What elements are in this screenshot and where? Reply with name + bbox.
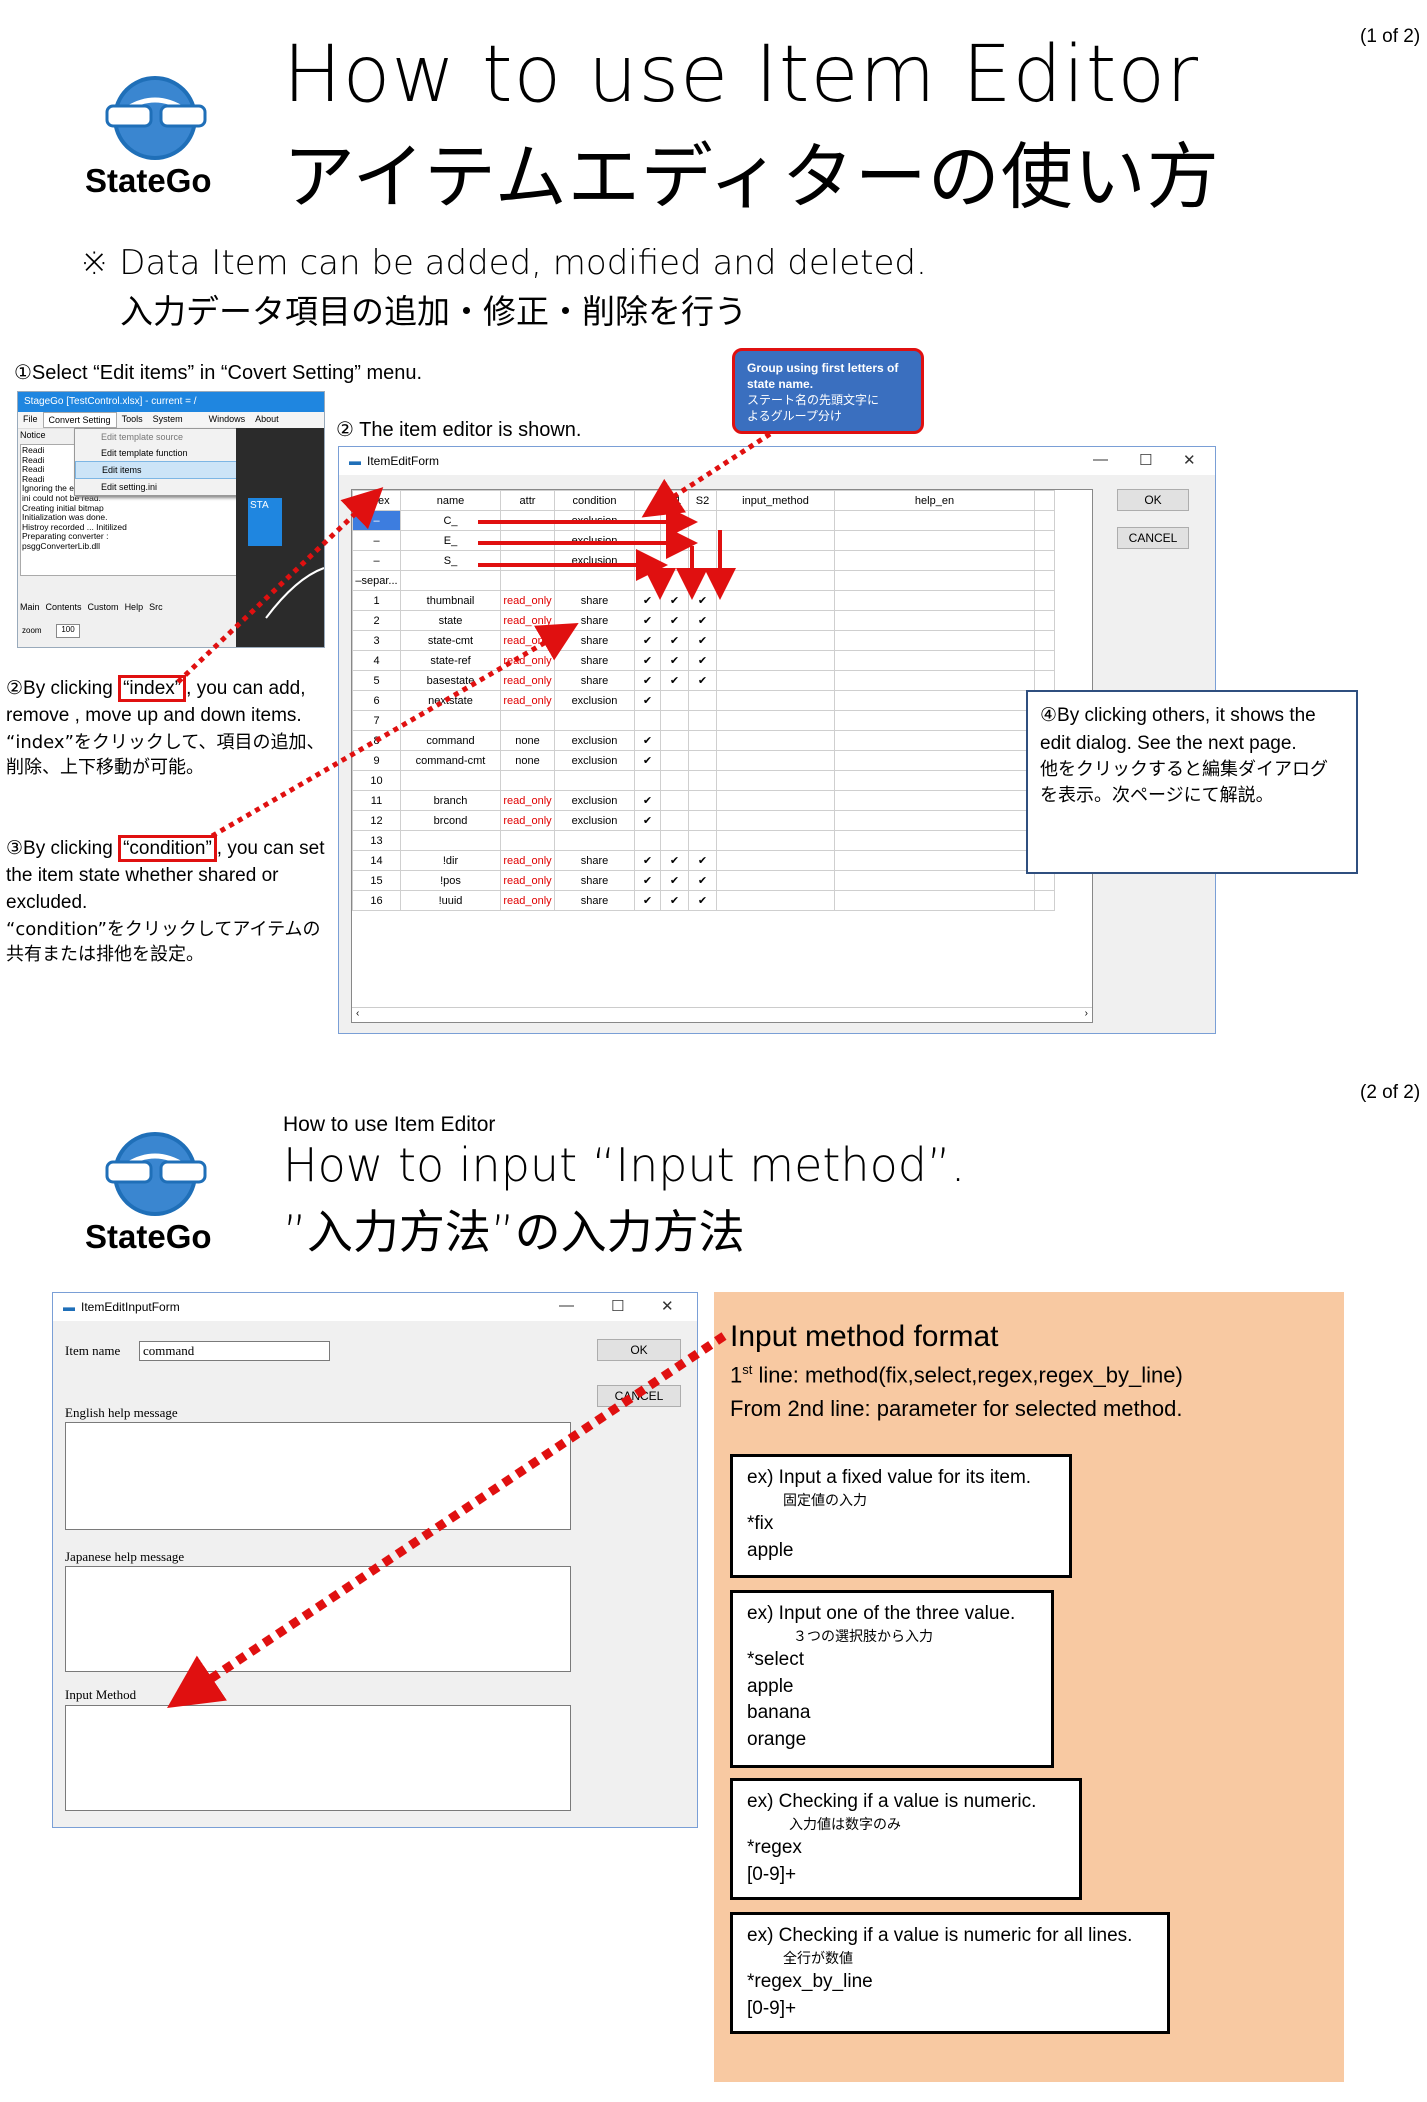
page2-title-jp: ”入力方法”の入力方法 xyxy=(283,1205,745,1259)
stateGo-logo-2: StateGo xyxy=(85,1126,225,1266)
logo-text: StateGo xyxy=(85,1218,212,1255)
page1-arrows xyxy=(176,431,772,839)
page2-number: (2 of 2) xyxy=(1360,1082,1421,1103)
example-regex-by-line: ex) Checking if a value is numeric for a… xyxy=(730,1912,1170,2034)
example-regex: ex) Checking if a value is numeric. 入力値は… xyxy=(730,1778,1082,1900)
logo-icon xyxy=(105,1132,207,1216)
page2-title-en: How to input “Input method”. xyxy=(283,1138,966,1192)
page2-subtitle: How to use Item Editor xyxy=(283,1113,496,1136)
page2-arrow xyxy=(167,1332,727,1708)
